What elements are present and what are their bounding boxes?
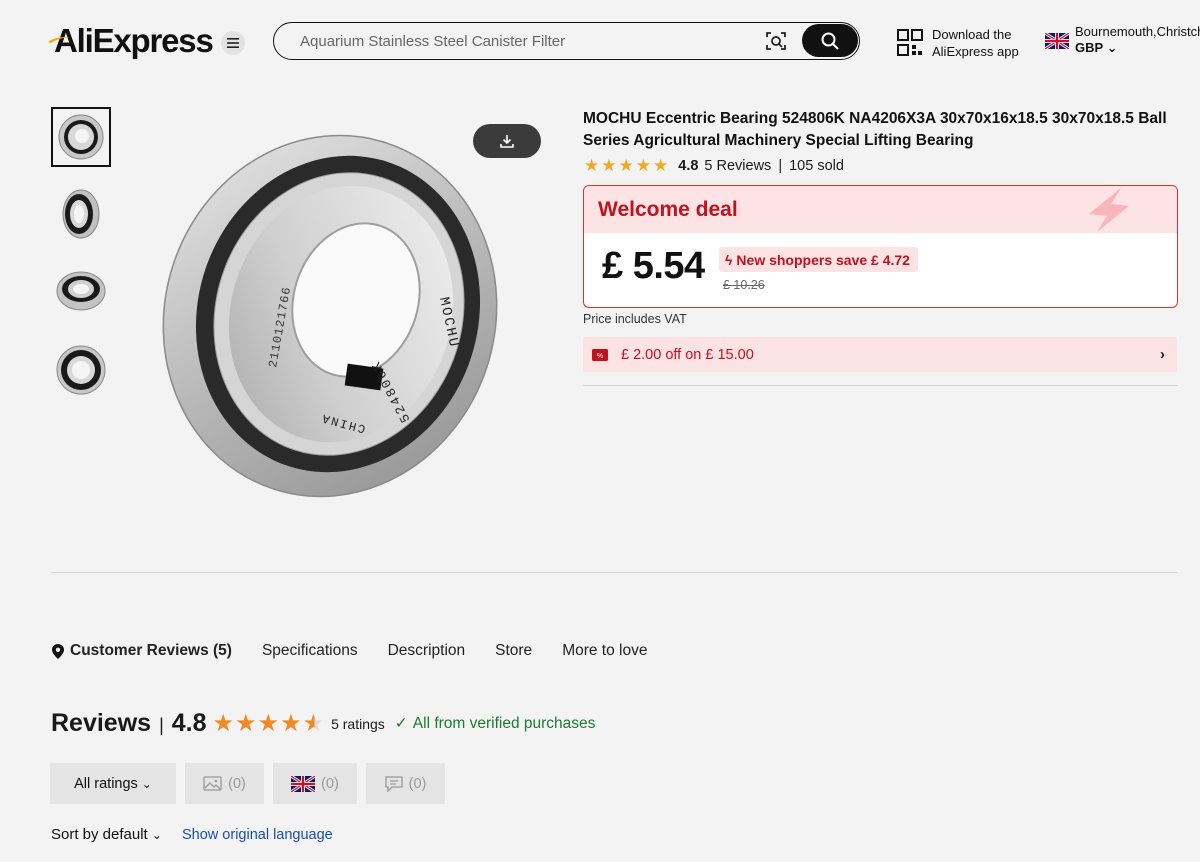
thumbnail-4[interactable] <box>51 340 111 400</box>
all-ratings-filter[interactable]: All ratings ⌄ <box>50 763 176 804</box>
currency-selector[interactable]: GBP ⌄ <box>1075 40 1200 56</box>
separator: | <box>159 715 164 735</box>
rating-value: 4.8 <box>678 158 699 174</box>
reviews-header: Reviews | 4.8 ★★★★★ 5 ratings ✓ All from… <box>51 709 595 738</box>
sold-count: 105 sold <box>789 158 844 174</box>
half-star-icon: ★ <box>302 710 325 737</box>
separator: | <box>778 158 783 174</box>
tab-customer-reviews[interactable]: Customer Reviews (5) <box>52 642 232 660</box>
search-input[interactable]: Aquarium Stainless Steel Canister Filter <box>300 33 565 50</box>
photo-filter[interactable]: (0) <box>185 763 264 804</box>
lightning-icon: ϟ <box>725 251 733 268</box>
ratings-count: 5 ratings <box>331 715 385 732</box>
bearing-thumbnail-image <box>58 114 104 160</box>
coupon-banner[interactable]: % £ 2.00 off on £ 15.00 › <box>583 337 1177 372</box>
star-icon: ★ <box>584 156 600 175</box>
checkmark-icon: ✓ <box>394 715 408 732</box>
star-icon: ★ <box>257 710 280 737</box>
bearing-thumbnail-image <box>62 189 100 239</box>
menu-button[interactable] <box>221 31 245 55</box>
thumbnail-1[interactable] <box>51 107 111 167</box>
star-rating: ★ ★ ★ ★ ★ <box>584 156 670 176</box>
search-bar[interactable]: Aquarium Stainless Steel Canister Filter <box>273 22 860 60</box>
deal-decoration-icon <box>1089 188 1129 232</box>
hamburger-icon <box>227 38 239 48</box>
tab-description[interactable]: Description <box>388 642 466 660</box>
vat-note: Price includes VAT <box>583 312 687 326</box>
bearing-thumbnail-image <box>56 345 106 395</box>
star-icon: ★ <box>618 156 634 175</box>
country-filter[interactable]: (0) <box>273 763 357 804</box>
chevron-right-icon: › <box>1160 346 1165 363</box>
download-app-link[interactable]: Download the AliExpress app <box>897 26 1019 60</box>
current-price: £ 5.54 <box>602 245 705 287</box>
image-icon <box>203 776 222 791</box>
star-icon: ★ <box>280 710 302 737</box>
product-title: MOCHU Eccentric Bearing 524806K NA4206X3… <box>583 110 1167 149</box>
comment-filter-count: (0) <box>408 775 427 792</box>
show-original-language-link[interactable]: Show original language <box>182 827 333 843</box>
photo-filter-count: (0) <box>228 775 246 792</box>
coupon-icon: % <box>592 348 608 361</box>
svg-text:%: % <box>597 353 603 360</box>
tab-more-to-love[interactable]: More to love <box>562 642 647 660</box>
region-location: Bournemouth,Christch <box>1075 24 1200 39</box>
deal-title: Welcome deal <box>598 198 738 221</box>
reviews-star-rating: ★★★★★ <box>213 709 326 738</box>
save-text: New shoppers save £ 4.72 <box>736 251 910 268</box>
comment-filter[interactable]: (0) <box>366 763 445 804</box>
product-main-image: MOCHU 2110121766 524806K CHINA <box>162 134 498 498</box>
rating-summary[interactable]: ★ ★ ★ ★ ★ 4.8 5 Reviews | 105 sold <box>584 156 844 176</box>
chevron-down-icon: ⌄ <box>151 828 162 842</box>
star-icon: ★ <box>212 710 235 737</box>
review-filters: All ratings ⌄ (0) (0) (0) <box>50 763 454 804</box>
sort-label: Sort by default <box>51 826 148 843</box>
coupon-text: £ 2.00 off on £ 15.00 <box>621 346 754 363</box>
deal-header: Welcome deal <box>584 186 1177 233</box>
chevron-down-icon: ⌄ <box>1106 40 1118 55</box>
bearing-thumbnail-image <box>56 271 106 311</box>
tab-label: Customer Reviews (5) <box>70 642 232 659</box>
original-price: £ 10.26 <box>723 278 765 292</box>
logo-text: AliExpress <box>54 22 214 59</box>
chevron-down-icon: ⌄ <box>141 776 152 791</box>
app-download-line1: Download the <box>932 27 1012 42</box>
reviews-title: Reviews <box>51 709 152 737</box>
star-icon: ★ <box>653 156 669 175</box>
star-icon: ★ <box>635 156 651 175</box>
filter-label: All ratings <box>74 775 138 792</box>
sort-dropdown[interactable]: Sort by default ⌄ <box>51 826 162 843</box>
location-pin-icon <box>52 643 64 659</box>
region-selector[interactable]: Bournemouth,Christch GBP ⌄ <box>1045 24 1200 56</box>
tab-store[interactable]: Store <box>495 642 532 660</box>
welcome-deal-box: Welcome deal £ 5.54 ϟ New shoppers save … <box>583 185 1178 308</box>
star-icon: ★ <box>601 156 617 175</box>
qr-code-icon <box>897 29 923 56</box>
tab-specifications[interactable]: Specifications <box>262 642 358 660</box>
thumbnail-3[interactable] <box>51 261 111 321</box>
search-button[interactable] <box>802 24 858 57</box>
logo-swoosh-icon <box>48 36 70 43</box>
comment-icon <box>384 775 403 792</box>
uk-flag-icon <box>1045 33 1069 49</box>
verified-purchases: ✓ All from verified purchases <box>395 714 596 733</box>
image-search-icon[interactable] <box>764 29 788 53</box>
aliexpress-logo[interactable]: AliExpress <box>48 22 214 60</box>
reviews-score: 4.8 <box>171 709 207 737</box>
product-tabs: Customer Reviews (5) Specifications Desc… <box>52 642 677 660</box>
new-shopper-save-badge: ϟ New shoppers save £ 4.72 <box>719 247 918 272</box>
currency-label: GBP <box>1075 40 1103 55</box>
app-download-line2: AliExpress app <box>932 44 1019 59</box>
country-filter-count: (0) <box>321 775 339 792</box>
uk-flag-icon <box>291 775 316 792</box>
section-divider <box>51 572 1178 573</box>
verified-text: All from verified purchases <box>412 714 596 732</box>
search-icon <box>821 32 839 50</box>
divider <box>583 385 1178 386</box>
star-icon: ★ <box>235 710 257 737</box>
download-icon <box>500 135 514 148</box>
reviews-link[interactable]: 5 Reviews <box>704 158 771 174</box>
thumbnail-2[interactable] <box>51 184 111 244</box>
download-image-button[interactable] <box>473 124 541 158</box>
